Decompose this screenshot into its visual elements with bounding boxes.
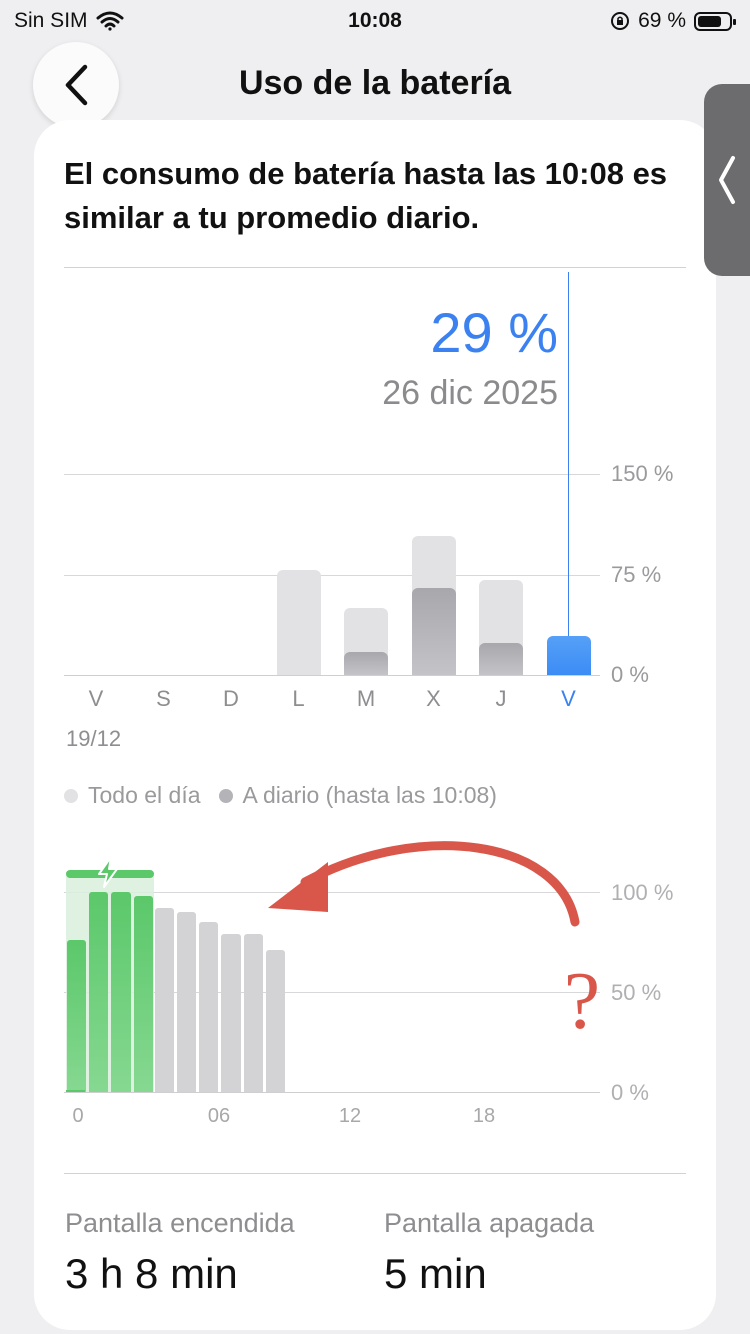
screen-off-value: 5 min <box>384 1250 487 1297</box>
screen-on-label: Pantalla encendida <box>65 1208 295 1238</box>
screen-on-value: 3 h 8 min <box>65 1250 238 1297</box>
question-mark: ? <box>564 955 600 1046</box>
divider <box>64 1173 686 1174</box>
annotation-arrow: ? <box>268 841 600 1046</box>
screen-off-label: Pantalla apagada <box>384 1208 595 1238</box>
